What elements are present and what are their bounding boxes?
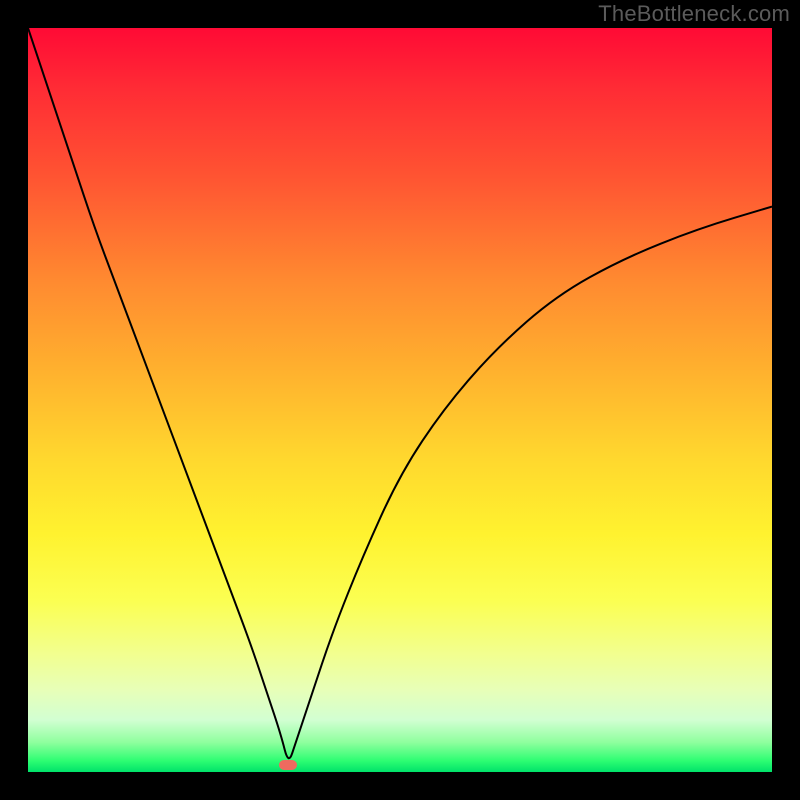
bottleneck-curve	[28, 28, 772, 772]
plot-area	[28, 28, 772, 772]
curve-path	[28, 28, 772, 758]
chart-frame: TheBottleneck.com	[0, 0, 800, 800]
minimum-marker	[279, 760, 297, 770]
watermark-text: TheBottleneck.com	[598, 1, 790, 27]
